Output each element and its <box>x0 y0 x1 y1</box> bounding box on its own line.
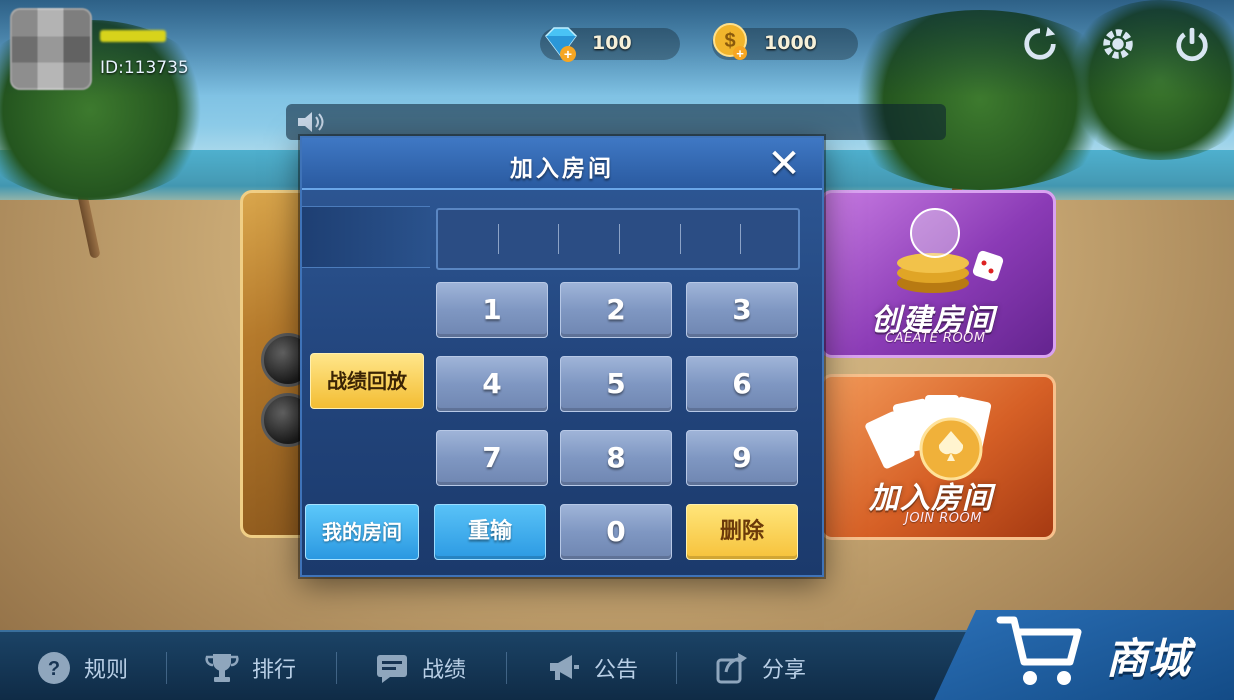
key-0[interactable]: 0 <box>560 504 672 560</box>
join-room-subtitle: JOIN ROOM <box>905 511 982 526</box>
trophy-icon <box>204 650 240 686</box>
join-room-card[interactable]: 加入房间 JOIN ROOM <box>820 374 1056 540</box>
top-bar: ID:113735 + 100 $ + 1000 <box>0 0 1234 96</box>
nav-notice-label: 公告 <box>594 658 639 683</box>
nav-notice[interactable]: 公告 <box>546 650 638 686</box>
nav-ranking[interactable]: 排行 <box>204 650 296 686</box>
code-slot-divider <box>498 224 499 254</box>
key-4[interactable]: 4 <box>436 356 548 412</box>
user-id: ID:113735 <box>100 58 189 78</box>
key-8[interactable]: 8 <box>560 430 672 486</box>
cart-icon <box>996 616 1082 685</box>
record-replay-button[interactable]: 战绩回放 <box>310 353 424 409</box>
nav-divider <box>166 652 167 684</box>
refresh-icon[interactable] <box>1018 22 1062 66</box>
avatar[interactable] <box>10 8 92 90</box>
megaphone-icon <box>546 650 582 686</box>
code-slot-divider <box>619 224 620 254</box>
create-room-card[interactable]: 创建房间 CAEATE ROOM <box>820 190 1056 358</box>
message-icon <box>374 650 410 686</box>
diamond-count: 100 <box>592 32 632 54</box>
key-6[interactable]: 6 <box>686 356 798 412</box>
close-icon[interactable]: ✕ <box>764 144 804 184</box>
key-2[interactable]: 2 <box>560 282 672 338</box>
coin-balance[interactable]: $ + 1000 <box>712 23 858 61</box>
delete-button[interactable]: 删除 <box>686 504 798 560</box>
nav-share[interactable]: 分享 <box>714 650 806 686</box>
shop-button[interactable]: 商城 <box>934 610 1234 700</box>
nav-rules[interactable]: ? 规则 <box>36 650 128 686</box>
diamond-balance[interactable]: + 100 <box>540 27 680 62</box>
key-5[interactable]: 5 <box>560 356 672 412</box>
nav-ranking-label: 排行 <box>252 658 297 683</box>
gear-icon[interactable] <box>1096 22 1140 66</box>
code-slot-divider <box>680 224 681 254</box>
coin-icon: $ + <box>713 23 747 61</box>
nickname-redacted <box>100 30 166 42</box>
nav-divider <box>336 652 337 684</box>
key-9[interactable]: 9 <box>686 430 798 486</box>
room-code-input[interactable] <box>436 208 800 270</box>
create-room-subtitle: CAEATE ROOM <box>885 331 986 346</box>
diamond-icon: + <box>545 27 577 62</box>
nav-record[interactable]: 战绩 <box>374 650 466 686</box>
dialog-title: 加入房间 <box>510 156 614 182</box>
nav-divider <box>676 652 677 684</box>
svg-text:$: $ <box>724 30 735 52</box>
announcement-bar <box>286 104 946 140</box>
svg-text:+: + <box>564 46 572 62</box>
nav-record-label: 战绩 <box>422 658 467 683</box>
my-room-button[interactable]: 我的房间 <box>305 504 419 560</box>
help-icon: ? <box>36 650 72 686</box>
nav-share-label: 分享 <box>762 658 807 683</box>
speaker-icon <box>298 112 324 132</box>
share-icon <box>714 650 750 686</box>
code-slot-divider <box>558 224 559 254</box>
code-slot-divider <box>740 224 741 254</box>
shop-label: 商城 <box>1105 634 1190 683</box>
power-icon[interactable] <box>1170 22 1214 66</box>
reset-button[interactable]: 重输 <box>434 504 546 560</box>
playing-cards-icon <box>865 395 992 481</box>
svg-text:?: ? <box>48 658 60 680</box>
key-3[interactable]: 3 <box>686 282 798 338</box>
nav-divider <box>506 652 507 684</box>
nav-rules-label: 规则 <box>84 658 129 683</box>
dialog-header: 加入房间 ✕ <box>302 138 822 190</box>
chips-dice-icon <box>897 208 1004 293</box>
coin-count: 1000 <box>764 32 817 54</box>
svg-text:+: + <box>736 46 744 61</box>
left-panel-strip <box>302 206 430 268</box>
key-1[interactable]: 1 <box>436 282 548 338</box>
key-7[interactable]: 7 <box>436 430 548 486</box>
